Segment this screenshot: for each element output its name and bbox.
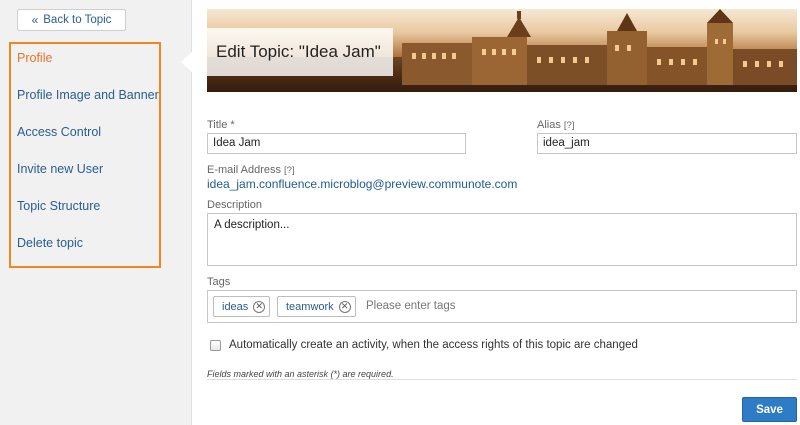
title-label: Title * [207, 119, 235, 131]
alias-input[interactable]: idea_jam [537, 133, 797, 154]
tags-label: Tags [207, 276, 231, 288]
email-address: idea_jam.confluence.microblog@preview.co… [207, 177, 518, 191]
form-divider [207, 379, 797, 380]
tags-input[interactable]: ideas ✕ teamwork ✕ Please enter tags [207, 290, 797, 323]
sidebar-item-delete-topic[interactable]: Delete topic [17, 236, 83, 250]
email-label-text: E-mail Address [207, 164, 281, 176]
sidebar-item-invite-new-user[interactable]: Invite new User [17, 162, 103, 176]
sidebar-item-topic-structure[interactable]: Topic Structure [17, 199, 100, 213]
tag-label: teamwork [286, 300, 334, 313]
alias-label-text: Alias [537, 119, 561, 131]
description-textarea[interactable]: A description... [207, 213, 797, 266]
description-label: Description [207, 199, 263, 211]
required-fields-note: Fields marked with an asterisk (*) are r… [207, 369, 394, 379]
sidebar-item-access-control[interactable]: Access Control [17, 125, 101, 139]
double-chevron-left-icon: « [31, 13, 39, 27]
back-to-topic-button[interactable]: « Back to Topic [17, 9, 126, 31]
sidebar: « Back to Topic Profile Profile Image an… [0, 0, 192, 425]
remove-tag-icon[interactable]: ✕ [253, 300, 266, 313]
tag-label: ideas [222, 300, 249, 313]
activity-checkbox[interactable] [210, 340, 221, 351]
email-label: E-mail Address [?] [207, 164, 295, 176]
alias-label: Alias [?] [537, 119, 574, 131]
tag-chip-teamwork: teamwork ✕ [277, 296, 356, 317]
page-title-box: Edit Topic: "Idea Jam" [207, 28, 393, 76]
active-pointer-arrow [181, 52, 192, 72]
page-title: Edit Topic: "Idea Jam" [216, 42, 381, 61]
sidebar-nav-highlight: Profile Profile Image and Banner Access … [9, 42, 161, 268]
title-input[interactable]: Idea Jam [207, 133, 466, 154]
remove-tag-icon[interactable]: ✕ [338, 300, 351, 313]
sidebar-item-profile[interactable]: Profile [17, 51, 52, 65]
activity-checkbox-label[interactable]: Automatically create an activity, when t… [229, 339, 638, 351]
email-help-link[interactable]: [?] [284, 165, 295, 176]
tag-chip-ideas: ideas ✕ [213, 296, 271, 317]
topic-banner-image: Edit Topic: "Idea Jam" [207, 9, 797, 92]
back-to-topic-label: Back to Topic [43, 14, 112, 26]
save-button[interactable]: Save [742, 397, 797, 422]
sidebar-item-profile-image-and-banner[interactable]: Profile Image and Banner [17, 88, 159, 102]
alias-help-link[interactable]: [?] [564, 120, 575, 131]
tags-placeholder[interactable]: Please enter tags [366, 300, 456, 312]
